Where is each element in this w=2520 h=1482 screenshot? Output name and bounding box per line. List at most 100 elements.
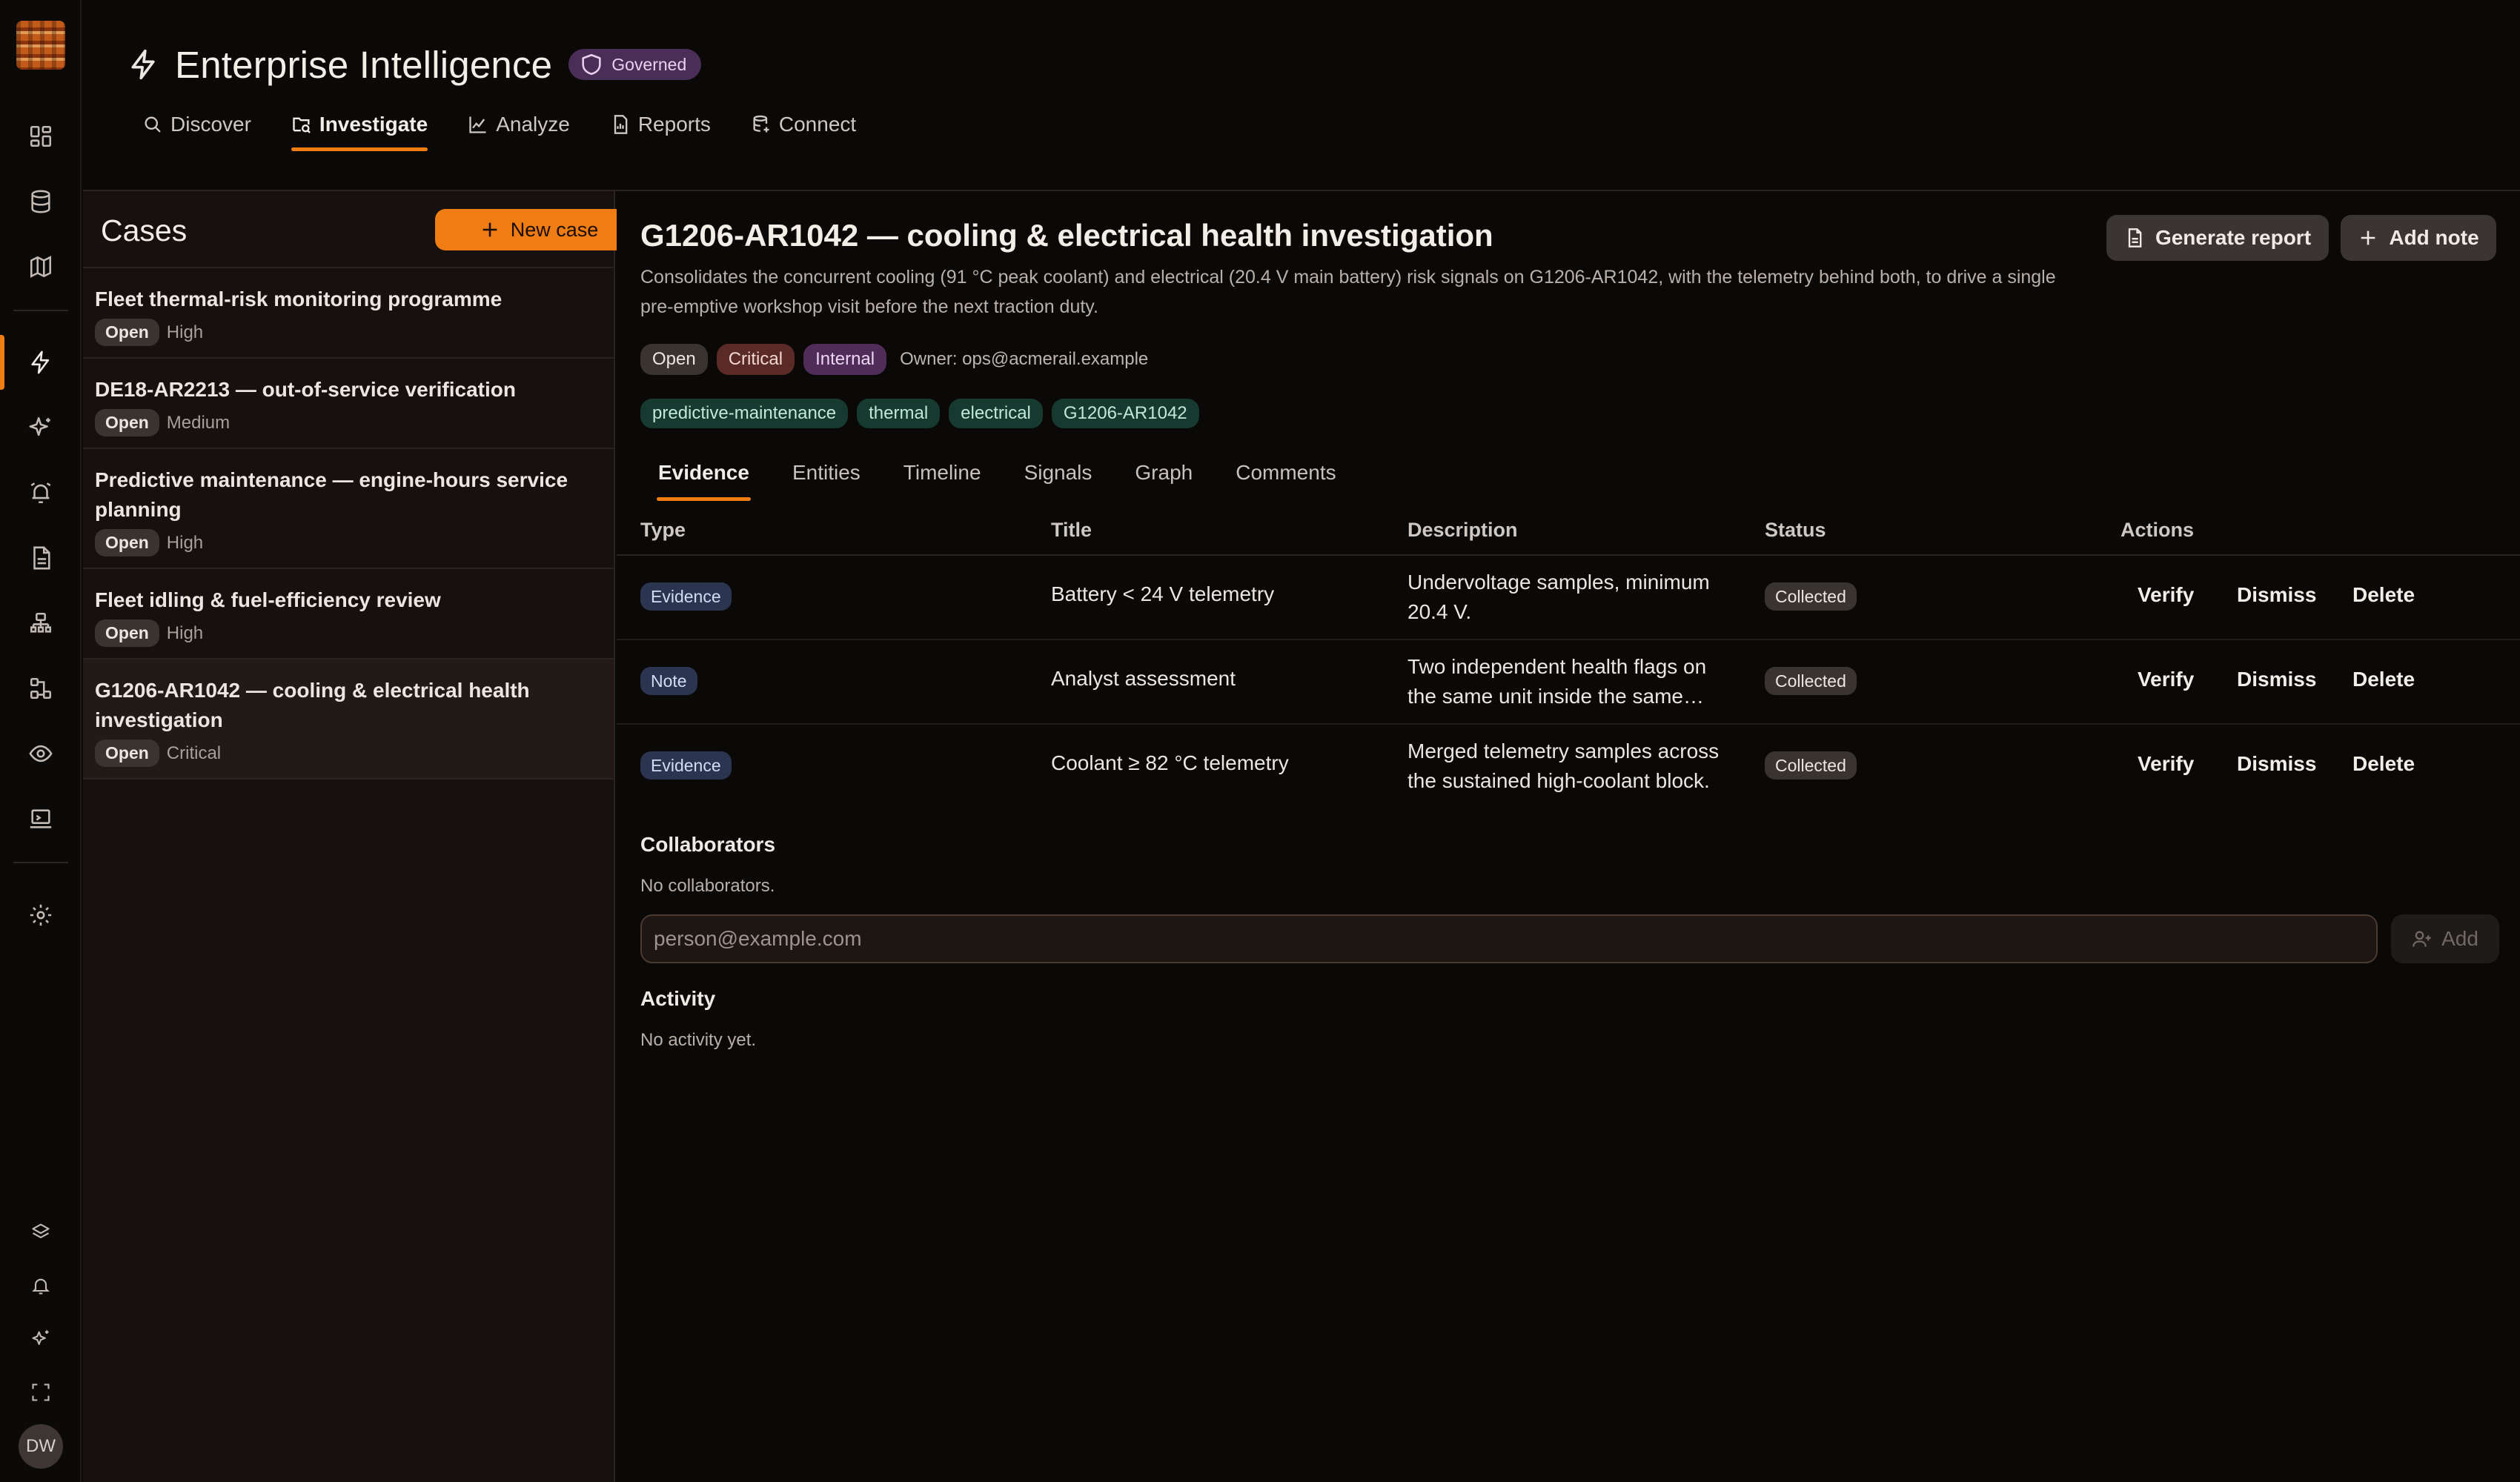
eye-icon[interactable] [24,737,57,770]
tag[interactable]: thermal [857,399,941,428]
nav-reports[interactable]: Reports [610,108,711,141]
chart-icon [468,114,488,135]
case-item[interactable]: Predictive maintenance — engine-hours se… [83,449,614,569]
search-icon [142,114,163,135]
case-detail-panel: G1206-AR1042 — cooling & electrical heal… [617,191,2520,1482]
delete-button[interactable]: Delete [2352,583,2415,607]
verify-button[interactable]: Verify [2138,583,2194,607]
app-logo[interactable] [16,21,65,70]
add-note-button[interactable]: Add note [2341,215,2496,261]
nav-analyze[interactable]: Analyze [468,108,570,141]
case-item-title: Predictive maintenance — engine-hours se… [95,468,568,521]
column-header-status: Status [1765,519,1826,541]
activity-empty: No activity yet. [640,1030,757,1050]
nav-analyze-label: Analyze [496,113,570,136]
dismiss-button[interactable]: Dismiss [2237,752,2316,776]
collaborator-email-input[interactable] [640,914,2378,963]
column-header-title: Title [1051,519,1092,541]
plus-icon [2358,227,2378,248]
case-item[interactable]: DE18-AR2213 — out-of-service verificatio… [83,359,614,449]
case-item-title: Fleet idling & fuel-efficiency review [95,588,441,611]
delete-button[interactable]: Delete [2352,668,2415,691]
plus-icon [480,219,500,240]
case-status-badge: Open [95,529,159,556]
terminal-icon[interactable] [24,803,57,835]
app-title: Enterprise Intelligence [175,43,553,86]
verify-button[interactable]: Verify [2138,668,2194,691]
evidence-title: Analyst assessment [1051,667,1236,690]
document-icon[interactable] [24,542,57,574]
bell-icon[interactable] [24,1269,57,1302]
rail-active-indicator [0,335,4,390]
verify-button[interactable]: Verify [2138,752,2194,776]
case-item-selected[interactable]: G1206-AR1042 — cooling & electrical heal… [83,659,614,780]
generate-report-button[interactable]: Generate report [2106,215,2329,261]
settings-icon[interactable] [24,899,57,931]
evidence-title: Battery < 24 V telemetry [1051,582,1275,605]
tab-comments[interactable]: Comments [1236,461,1336,494]
evidence-status-badge: Collected [1765,582,1857,611]
dismiss-button[interactable]: Dismiss [2237,668,2316,691]
case-item-title: Fleet thermal-risk monitoring programme [95,288,503,310]
nav-discover[interactable]: Discover [142,108,251,141]
sparkle-icon[interactable] [24,411,57,444]
case-priority: High [166,322,204,342]
case-item-title: DE18-AR2213 — out-of-service verificatio… [95,378,516,401]
case-priority: High [166,532,204,553]
bolt-icon[interactable] [24,346,57,379]
case-tags: predictive-maintenance thermal electrica… [640,399,1199,428]
case-priority: High [166,622,204,643]
org-chart-icon[interactable] [24,607,57,639]
cases-panel: Cases New case Fleet thermal-risk monito… [83,191,643,1482]
evidence-status-badge: Collected [1765,667,1857,695]
user-plus-icon [2412,928,2433,949]
tag[interactable]: electrical [949,399,1043,428]
sparkles-icon[interactable] [24,1323,57,1355]
tab-graph[interactable]: Graph [1135,461,1193,494]
case-status-row: Open Critical Internal Owner: ops@acmera… [640,344,1148,375]
new-case-button[interactable]: New case [435,209,643,250]
user-avatar[interactable]: DW [19,1424,63,1469]
evidence-table: Type Title Description Status Actions Ev… [617,502,2520,809]
nav-investigate-label: Investigate [319,113,428,136]
database-icon[interactable] [24,185,57,218]
nav-investigate[interactable]: Investigate [291,108,428,151]
add-collaborator-button[interactable]: Add [2391,914,2499,963]
cases-title: Cases [101,213,188,247]
severity-badge: Critical [716,344,795,375]
tab-evidence[interactable]: Evidence [657,461,751,501]
case-description: Consolidates the concurrent cooling (91 … [640,267,2056,317]
classification-badge: Internal [803,344,887,375]
governed-badge: Governed [568,49,702,80]
evidence-description: Two independent health flags on the same… [1407,655,1707,708]
type-badge: Evidence [640,751,732,780]
table-header: Type Title Description Status Actions [617,502,2520,556]
tab-entities[interactable]: Entities [792,461,861,494]
nav-discover-label: Discover [170,113,251,136]
layers-icon[interactable] [24,1216,57,1249]
table-row: Note Analyst assessment Two independent … [617,640,2520,725]
evidence-description: Undervoltage samples, minimum 20.4 V. [1407,571,1710,623]
report-icon [2124,227,2145,248]
case-item[interactable]: Fleet thermal-risk monitoring programme … [83,268,614,359]
dashboard-icon[interactable] [24,120,57,153]
fullscreen-icon[interactable] [24,1376,57,1409]
add-collaborator-label: Add [2441,927,2478,950]
tab-timeline[interactable]: Timeline [903,461,981,494]
type-badge: Evidence [640,582,732,611]
add-note-label: Add note [2389,226,2479,249]
alarm-icon[interactable] [24,476,57,509]
tag[interactable]: predictive-maintenance [640,399,849,428]
table-row: Evidence Battery < 24 V telemetry Underv… [617,556,2520,640]
delete-button[interactable]: Delete [2352,752,2415,776]
collaborators-empty: No collaborators. [640,876,775,896]
map-icon[interactable] [24,250,57,283]
workflow-icon[interactable] [24,672,57,705]
tab-signals[interactable]: Signals [1024,461,1092,494]
dismiss-button[interactable]: Dismiss [2237,583,2316,607]
case-item[interactable]: Fleet idling & fuel-efficiency review Op… [83,569,614,659]
tag[interactable]: G1206-AR1042 [1051,399,1199,428]
nav-connect[interactable]: Connect [751,108,856,141]
governed-label: Governed [611,54,687,74]
table-row: Evidence Coolant ≥ 82 °C telemetry Merge… [617,725,2520,809]
